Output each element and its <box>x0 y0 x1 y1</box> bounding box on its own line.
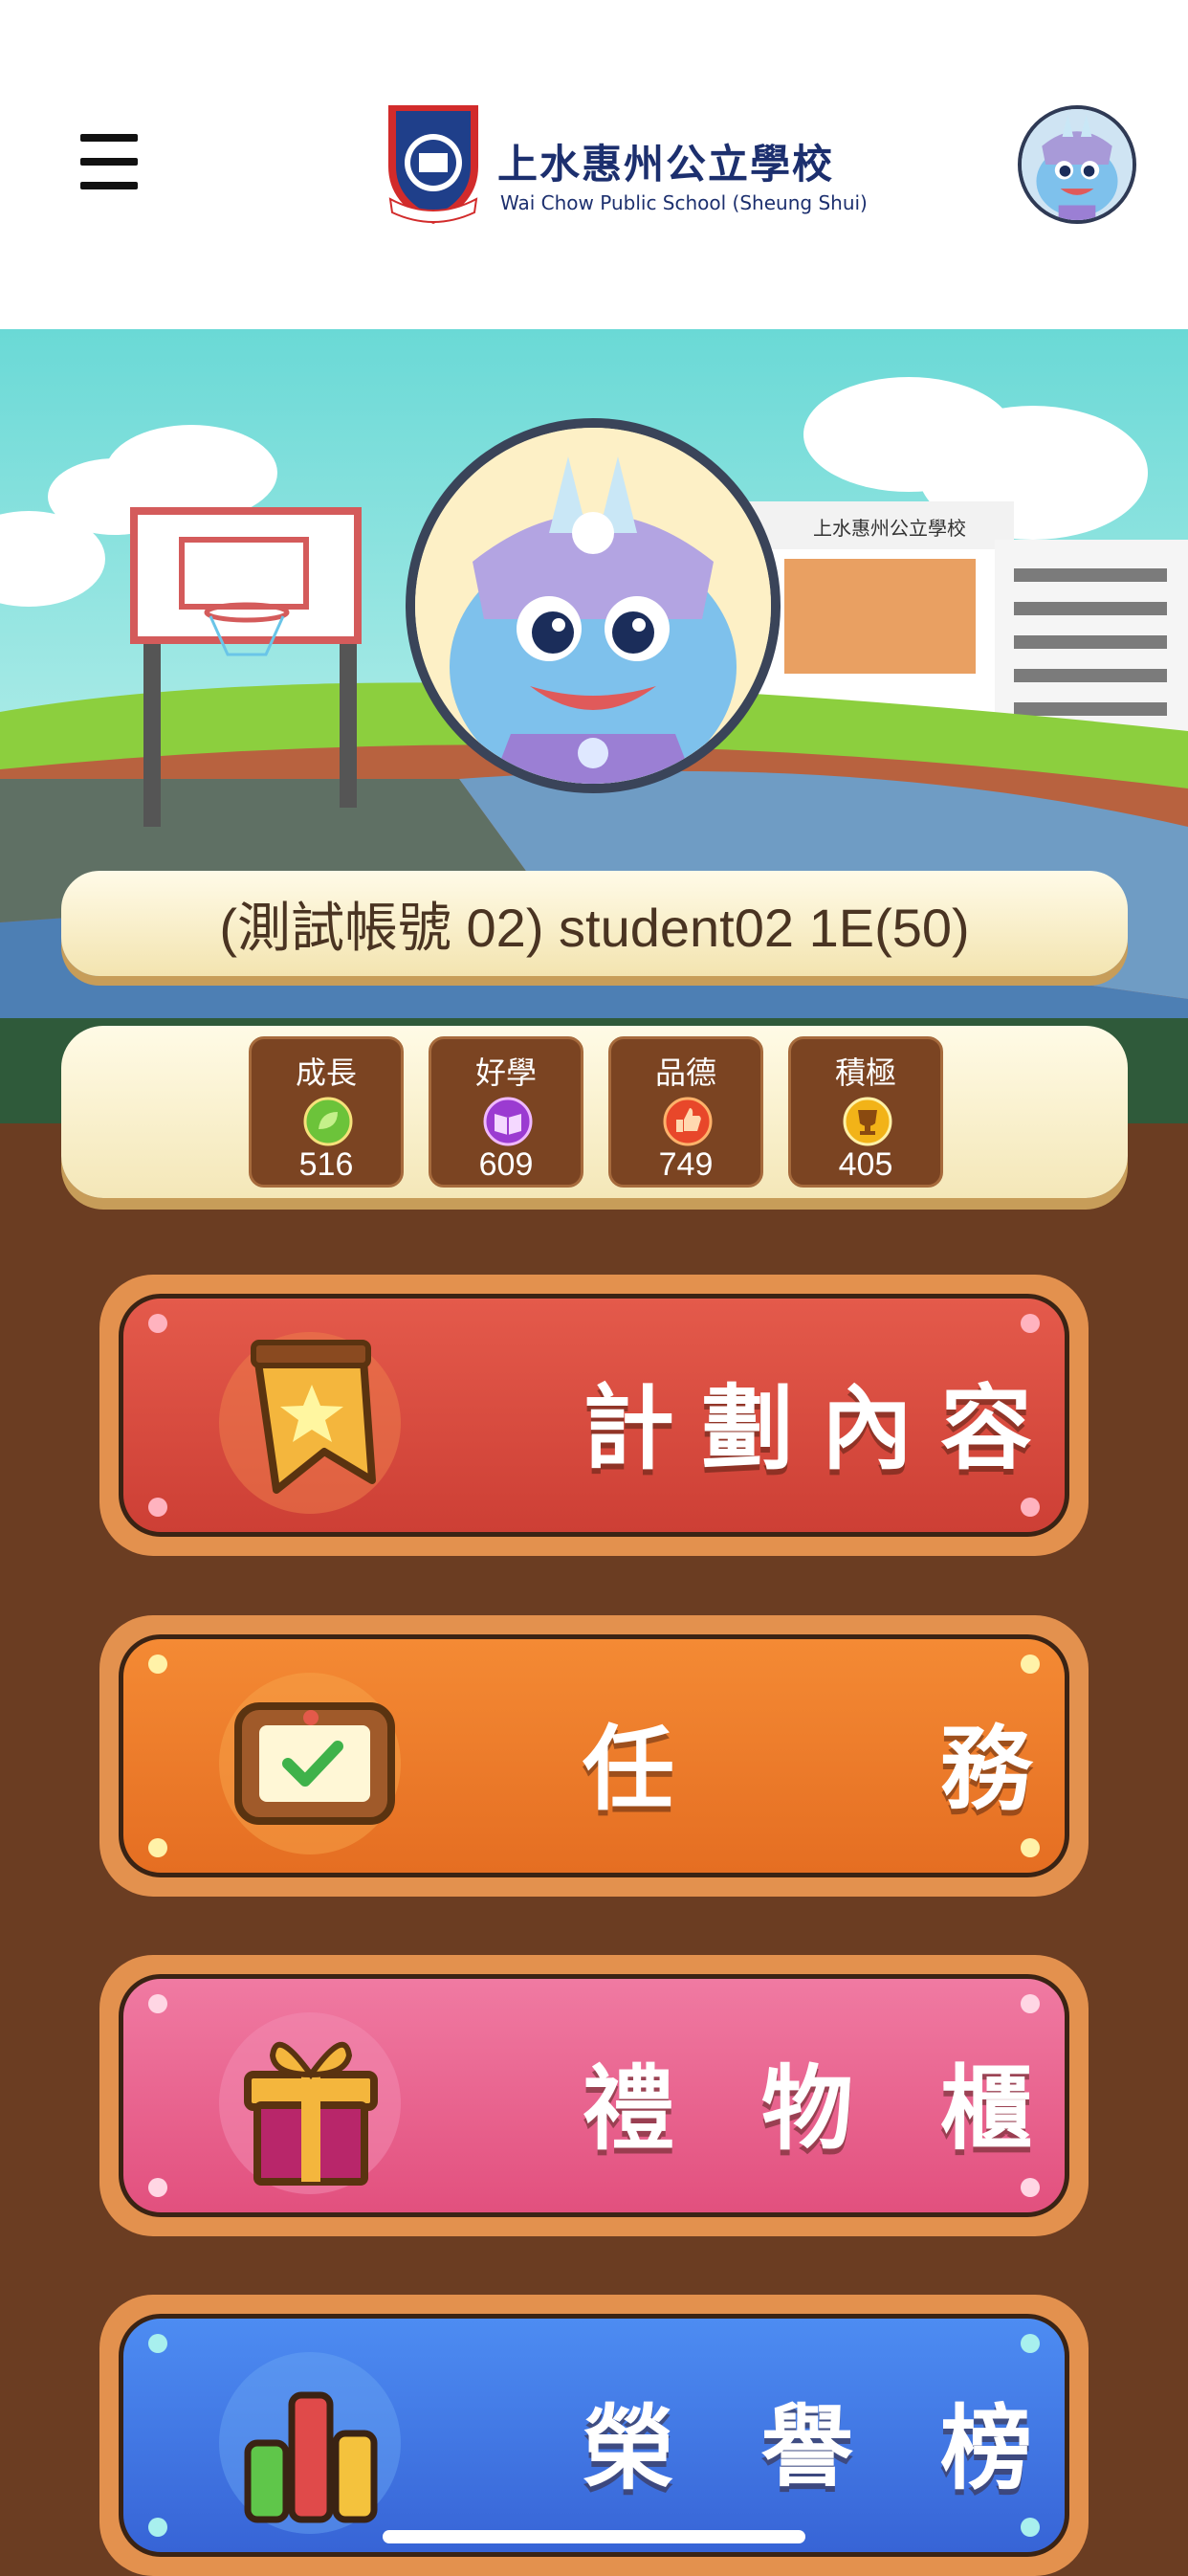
dragon-avatar-icon <box>1022 109 1133 220</box>
stat-studious: 好學 609 <box>429 1036 583 1188</box>
school-name-en: Wai Chow Public School (Sheung Shui) <box>500 191 868 214</box>
stat-label: 成長 <box>295 1055 357 1091</box>
task-board-icon <box>219 1673 401 1854</box>
gift-cabinet-button[interactable]: 禮 物 櫃 <box>99 1955 1089 2236</box>
gift-cabinet-label: 禮 物 櫃 <box>583 2054 1032 2163</box>
home-indicator[interactable] <box>383 2530 805 2543</box>
thumbs-up-icon <box>663 1097 713 1146</box>
stat-value: 749 <box>658 1146 714 1183</box>
student-name-bar: (測試帳號 02) student02 1E(50) <box>61 871 1128 976</box>
student-name: (測試帳號 02) student02 1E(50) <box>219 897 970 958</box>
book-icon <box>483 1097 533 1146</box>
dragon-knight-avatar-icon <box>415 428 771 784</box>
leaf-icon <box>303 1097 353 1146</box>
profile-avatar-button[interactable] <box>1018 105 1136 224</box>
plan-content-label: 計 劃 內 容 <box>583 1374 1032 1482</box>
bar-chart-icon <box>219 2352 401 2534</box>
stat-label: 品德 <box>654 1055 716 1091</box>
stat-value: 609 <box>478 1146 534 1183</box>
school-name-zh: 上水惠州公立學校 <box>497 141 835 188</box>
hamburger-menu-icon[interactable] <box>80 134 138 189</box>
stat-morality: 品德 749 <box>608 1036 763 1188</box>
stat-positive: 積極 405 <box>788 1036 943 1188</box>
stat-growth: 成長 516 <box>249 1036 404 1188</box>
tasks-label: 任 務 <box>583 1715 1032 1823</box>
stat-label: 積極 <box>834 1055 896 1091</box>
stats-panel: 成長 516 好學 609 品德 749 積極 405 <box>61 1026 1128 1198</box>
stat-value: 405 <box>838 1146 893 1183</box>
tasks-button[interactable]: 任 務 <box>99 1615 1089 1897</box>
app-header: 上水惠州公立學校 Wai Chow Public School (Sheung … <box>0 0 1188 329</box>
plan-content-button[interactable]: 計 劃 內 容 <box>99 1275 1089 1556</box>
student-avatar <box>406 418 781 793</box>
stat-value: 516 <box>298 1146 354 1183</box>
building-sign: 上水惠州公立學校 <box>813 517 966 540</box>
honor-roll-label: 榮 譽 榜 <box>583 2394 1032 2502</box>
stat-label: 好學 <box>474 1055 537 1091</box>
gift-icon <box>219 2012 401 2194</box>
trophy-icon <box>843 1097 892 1146</box>
school-crest-icon <box>388 105 478 224</box>
star-banner-icon <box>219 1332 401 1514</box>
